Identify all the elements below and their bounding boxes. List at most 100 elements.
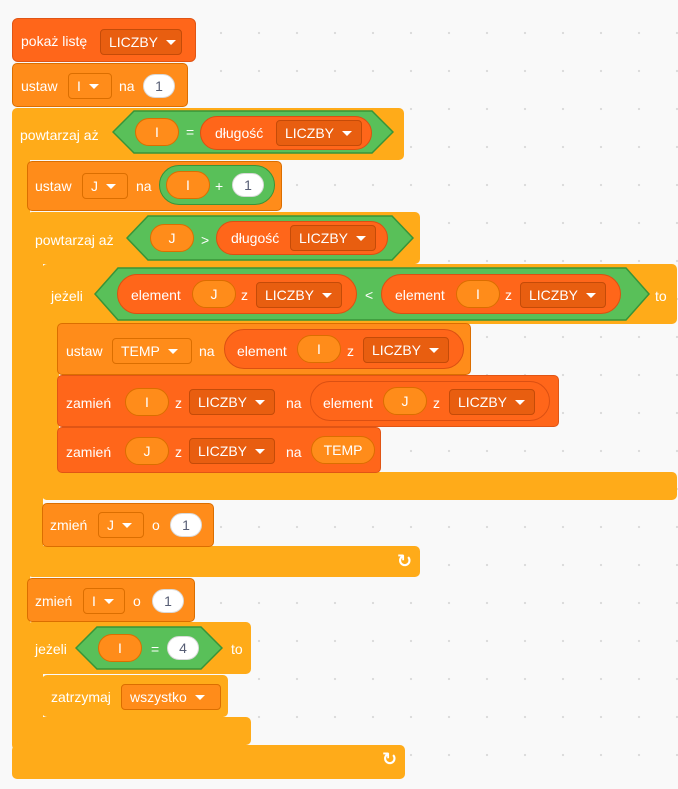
- show-list-label: pokaż listę: [21, 33, 88, 49]
- repeat-outer-label: powtarzaj aż: [20, 127, 99, 143]
- replace-j-label: zamień: [66, 444, 112, 460]
- if-compare-then: to: [655, 288, 667, 304]
- repeat-outer-op: =: [186, 124, 195, 140]
- set-i-var-dropdown[interactable]: I: [68, 73, 112, 99]
- change-j-var-value: J: [107, 517, 114, 533]
- change-i-var-dropdown[interactable]: I: [83, 588, 125, 614]
- set-j-label: ustaw: [35, 178, 72, 194]
- chevron-down-icon: [356, 235, 367, 241]
- change-i-by: o: [133, 593, 141, 609]
- chevron-down-icon: [166, 39, 177, 45]
- repeat-outer-length-value: LICZBY: [285, 125, 335, 141]
- change-j-value-input[interactable]: 1: [170, 513, 202, 537]
- chevron-down-icon: [255, 448, 266, 454]
- if-equal-foot: [27, 717, 251, 745]
- stop-option-dropdown[interactable]: wszystko: [121, 684, 221, 710]
- replace-i-label: zamień: [66, 395, 112, 411]
- if-compare-op: <: [365, 287, 374, 303]
- replace-i-index[interactable]: I: [125, 388, 169, 416]
- show-list-dropdown[interactable]: LICZBY: [100, 29, 182, 55]
- set-temp-to-label: na: [199, 343, 215, 359]
- repeat-inner-label: powtarzaj aż: [35, 232, 114, 248]
- set-temp-index[interactable]: I: [297, 335, 341, 363]
- set-i-to-label: na: [119, 78, 135, 94]
- repeat-inner-arm: [27, 255, 43, 555]
- replace-j-with: na: [286, 444, 302, 460]
- replace-i-list-dropdown[interactable]: LICZBY: [189, 389, 275, 415]
- if-compare-right-index[interactable]: I: [456, 280, 500, 308]
- replace-i-item-list-value: LICZBY: [458, 394, 508, 410]
- set-temp-item-label: element: [237, 343, 287, 359]
- set-j-op: +: [215, 178, 224, 194]
- repeat-inner-op: >: [201, 232, 210, 248]
- chevron-down-icon: [122, 522, 132, 528]
- change-i-label: zmień: [35, 593, 73, 609]
- replace-j-index[interactable]: J: [125, 437, 169, 465]
- if-compare-left-list-dropdown[interactable]: LICZBY: [256, 282, 342, 308]
- replace-i-item-index[interactable]: J: [383, 387, 427, 415]
- set-temp-list-value: LICZBY: [372, 342, 422, 358]
- if-compare-right-list-dropdown[interactable]: LICZBY: [520, 282, 606, 308]
- if-compare-left-index[interactable]: J: [192, 280, 236, 308]
- change-j-label: zmień: [50, 517, 88, 533]
- if-equal-left-var[interactable]: I: [98, 634, 142, 662]
- set-j-right-input[interactable]: 1: [232, 173, 264, 197]
- repeat-inner-left-var[interactable]: J: [150, 224, 194, 252]
- change-j-by: o: [152, 517, 160, 533]
- if-equal-right-input[interactable]: 4: [167, 636, 199, 660]
- loop-arrow-icon-inner: ↻: [397, 551, 413, 571]
- set-j-var-dropdown[interactable]: J: [82, 173, 128, 199]
- chevron-down-icon: [255, 399, 266, 405]
- repeat-outer-length-label: długość: [215, 125, 264, 141]
- chevron-down-icon: [167, 348, 178, 354]
- if-compare-foot: [42, 472, 677, 500]
- chevron-down-icon: [103, 598, 114, 604]
- replace-j-list-value: LICZBY: [198, 443, 248, 459]
- set-j-var-value: J: [91, 178, 98, 194]
- if-compare-left-of: z: [241, 287, 248, 303]
- chevron-down-icon: [429, 347, 440, 353]
- replace-i-of: z: [175, 395, 182, 411]
- replace-i-item-list-dropdown[interactable]: LICZBY: [449, 389, 535, 415]
- repeat-inner-length-value: LICZBY: [299, 230, 349, 246]
- set-j-left-var[interactable]: I: [166, 171, 210, 199]
- set-temp-var-dropdown[interactable]: TEMP: [112, 338, 192, 364]
- set-i-label: ustaw: [21, 78, 58, 94]
- set-temp-of: z: [347, 343, 354, 359]
- set-temp-list-dropdown[interactable]: LICZBY: [363, 337, 449, 363]
- replace-j-of: z: [175, 444, 182, 460]
- stop-label: zatrzymaj: [51, 689, 111, 705]
- chevron-down-icon: [586, 292, 597, 298]
- if-compare-right-list-value: LICZBY: [529, 287, 579, 303]
- set-i-value-input[interactable]: 1: [143, 74, 175, 98]
- change-i-var-value: I: [92, 593, 96, 609]
- repeat-outer-length-dropdown[interactable]: LICZBY: [276, 120, 362, 146]
- if-compare-label: jeżeli: [51, 288, 83, 304]
- chevron-down-icon: [515, 399, 526, 405]
- repeat-inner-foot: [27, 546, 420, 577]
- replace-i-item-label: element: [323, 395, 373, 411]
- stop-option-value: wszystko: [130, 689, 187, 705]
- loop-arrow-icon-outer: ↻: [382, 749, 398, 769]
- set-temp-label: ustaw: [66, 343, 103, 359]
- replace-i-list-value: LICZBY: [198, 394, 248, 410]
- if-compare-left-list-value: LICZBY: [265, 287, 315, 303]
- repeat-outer-foot: [12, 745, 405, 779]
- if-equal-label: jeżeli: [35, 641, 67, 657]
- chevron-down-icon: [342, 130, 353, 136]
- if-equal-then: to: [231, 641, 243, 657]
- chevron-down-icon: [322, 292, 333, 298]
- change-j-var-dropdown[interactable]: J: [98, 512, 144, 538]
- set-j-to-label: na: [136, 178, 152, 194]
- replace-i-with: na: [286, 395, 302, 411]
- set-temp-var-value: TEMP: [121, 343, 160, 359]
- if-compare-right-of: z: [505, 287, 512, 303]
- if-compare-right-item-label: element: [395, 287, 445, 303]
- repeat-inner-length-dropdown[interactable]: LICZBY: [290, 225, 376, 251]
- show-list-dropdown-value: LICZBY: [109, 34, 159, 50]
- replace-j-value-var[interactable]: TEMP: [311, 436, 375, 464]
- replace-j-list-dropdown[interactable]: LICZBY: [189, 438, 275, 464]
- chevron-down-icon: [88, 83, 99, 89]
- repeat-outer-left-var[interactable]: I: [135, 118, 179, 146]
- change-i-value-input[interactable]: 1: [152, 589, 184, 613]
